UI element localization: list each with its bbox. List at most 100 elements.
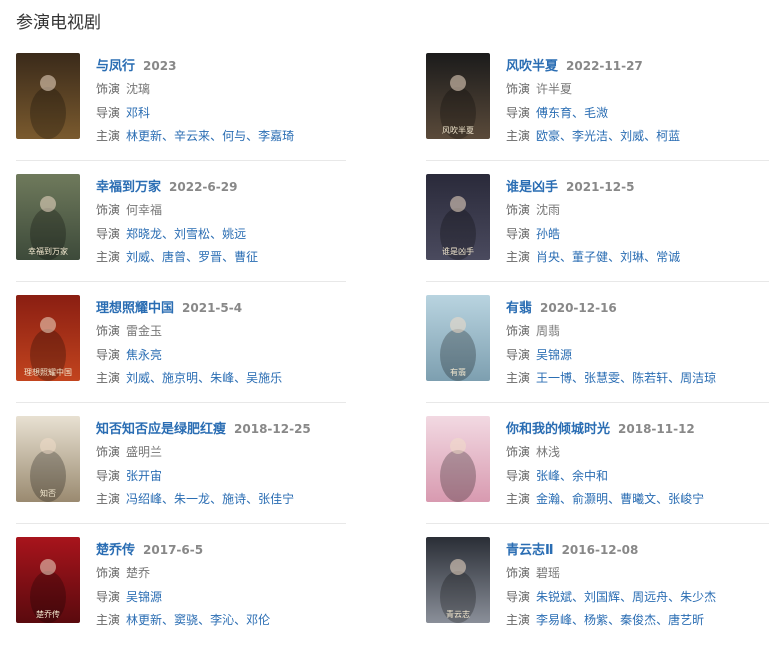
drama-title-link[interactable]: 有翡 (506, 301, 532, 316)
cast-link[interactable]: 周洁琼 (680, 371, 716, 385)
director-link[interactable]: 毛溦 (584, 106, 608, 120)
drama-poster[interactable]: 谁是凶手 (426, 174, 490, 260)
cast-row: 主演 王一博、张慧雯、陈若轩、周洁琼 (506, 369, 716, 386)
drama-title-link[interactable]: 你和我的倾城时光 (506, 422, 610, 437)
director-link[interactable]: 张开宙 (126, 469, 162, 483)
cast-link[interactable]: 林更新 (126, 613, 162, 627)
cast-link[interactable]: 何与 (222, 129, 246, 143)
cast-link[interactable]: 陈若轩 (632, 371, 668, 385)
director-link[interactable]: 吴锦源 (126, 590, 162, 604)
role-name: 碧瑶 (536, 566, 561, 580)
drama-title-link[interactable]: 楚乔传 (96, 543, 135, 558)
drama-poster[interactable]: 楚乔传 (16, 537, 80, 623)
cast-link[interactable]: 李光洁 (572, 129, 608, 143)
cast-link[interactable]: 秦俊杰 (620, 613, 656, 627)
cast-link[interactable]: 罗晋 (198, 250, 222, 264)
drama-poster[interactable]: 幸福到万家 (16, 174, 80, 260)
cast-link[interactable]: 冯绍峰 (126, 492, 162, 506)
drama-title-link[interactable]: 知否知否应是绿肥红瘦 (96, 422, 226, 437)
cast-link[interactable]: 唐艺昕 (668, 613, 704, 627)
cast-link[interactable]: 张慧雯 (584, 371, 620, 385)
drama-title-link[interactable]: 与凤行 (96, 59, 135, 74)
name-separator: 、 (560, 129, 573, 143)
cast-link[interactable]: 欧豪 (536, 129, 560, 143)
drama-title-link[interactable]: 青云志Ⅱ (506, 543, 554, 558)
director-link[interactable]: 张峰 (536, 469, 560, 483)
drama-title-link[interactable]: 风吹半夏 (506, 59, 558, 74)
role-name: 许半夏 (536, 82, 573, 96)
name-separator: 、 (608, 250, 621, 264)
cast-link[interactable]: 朱峰 (210, 371, 234, 385)
cast-link[interactable]: 李嘉琦 (258, 129, 294, 143)
director-link[interactable]: 姚远 (222, 227, 246, 241)
cast-link[interactable]: 刘威 (126, 250, 150, 264)
drama-poster[interactable] (16, 53, 80, 139)
drama-title-row: 幸福到万家 2022-6-29 (96, 176, 237, 196)
director-link[interactable]: 郑晓龙 (126, 227, 162, 241)
role-name: 何幸福 (126, 203, 163, 217)
director-link[interactable]: 邓科 (126, 106, 150, 120)
drama-year: 2018-11-12 (618, 422, 695, 436)
cast-link[interactable]: 张峻宁 (668, 492, 704, 506)
cast-link[interactable]: 刘威 (620, 129, 644, 143)
director-link[interactable]: 周远舟 (632, 590, 668, 604)
cast-link[interactable]: 曹征 (234, 250, 258, 264)
director-link[interactable]: 刘雪松 (174, 227, 210, 241)
row-divider (16, 402, 346, 403)
cast-link[interactable]: 刘琳 (620, 250, 644, 264)
drama-poster[interactable]: 青云志 (426, 537, 490, 623)
drama-poster[interactable]: 风吹半夏 (426, 53, 490, 139)
director-link[interactable]: 朱锐斌 (536, 590, 572, 604)
cast-link[interactable]: 刘威 (126, 371, 150, 385)
director-link[interactable]: 朱少杰 (680, 590, 716, 604)
cast-link[interactable]: 施京明 (162, 371, 198, 385)
name-separator: 、 (234, 613, 247, 627)
drama-title-link[interactable]: 理想照耀中国 (96, 301, 174, 316)
drama-title-row: 你和我的倾城时光 2018-11-12 (506, 418, 695, 438)
cast-link[interactable]: 杨紫 (584, 613, 608, 627)
drama-poster[interactable] (426, 416, 490, 502)
drama-poster[interactable]: 理想照耀中国 (16, 295, 80, 381)
cast-link[interactable]: 施诗 (222, 492, 246, 506)
drama-title-link[interactable]: 幸福到万家 (96, 180, 161, 195)
cast-label: 主演 (506, 613, 531, 627)
director-link[interactable]: 傅东育 (536, 106, 572, 120)
cast-link[interactable]: 金瀚 (536, 492, 560, 506)
director-link[interactable]: 刘国辉 (584, 590, 620, 604)
cast-link[interactable]: 辛云来 (174, 129, 210, 143)
cast-link[interactable]: 吴施乐 (246, 371, 282, 385)
role-row: 饰演 碧瑶 (506, 564, 560, 581)
cast-row: 主演 李易峰、杨紫、秦俊杰、唐艺昕 (506, 611, 704, 628)
cast-link[interactable]: 邓伦 (246, 613, 270, 627)
drama-year: 2022-11-27 (566, 59, 643, 73)
cast-link[interactable]: 肖央 (536, 250, 560, 264)
cast-link[interactable]: 林更新 (126, 129, 162, 143)
role-name: 沈璃 (126, 82, 151, 96)
cast-link[interactable]: 柯蓝 (656, 129, 680, 143)
cast-link[interactable]: 朱一龙 (174, 492, 210, 506)
cast-link[interactable]: 唐曾 (162, 250, 186, 264)
role-label: 饰演 (506, 566, 531, 580)
cast-link[interactable]: 李沁 (210, 613, 234, 627)
drama-poster[interactable]: 有翡 (426, 295, 490, 381)
director-link[interactable]: 孙皓 (536, 227, 560, 241)
name-separator: 、 (656, 613, 669, 627)
director-link[interactable]: 吴锦源 (536, 348, 572, 362)
cast-link[interactable]: 李易峰 (536, 613, 572, 627)
cast-link[interactable]: 俞灏明 (572, 492, 608, 506)
name-separator: 、 (198, 371, 211, 385)
director-label: 导演 (96, 348, 121, 362)
director-link[interactable]: 余中和 (572, 469, 608, 483)
drama-poster[interactable]: 知否 (16, 416, 80, 502)
cast-link[interactable]: 董子健 (572, 250, 608, 264)
director-link[interactable]: 焦永亮 (126, 348, 162, 362)
name-separator: 、 (560, 469, 573, 483)
cast-link[interactable]: 常诚 (656, 250, 680, 264)
cast-link[interactable]: 曹曦文 (620, 492, 656, 506)
cast-link[interactable]: 张佳宁 (258, 492, 294, 506)
cast-link[interactable]: 窦骁 (174, 613, 198, 627)
cast-row: 主演 肖央、董子健、刘琳、常诚 (506, 248, 680, 265)
cast-link[interactable]: 王一博 (536, 371, 572, 385)
drama-title-link[interactable]: 谁是凶手 (506, 180, 558, 195)
row-divider (16, 160, 346, 161)
